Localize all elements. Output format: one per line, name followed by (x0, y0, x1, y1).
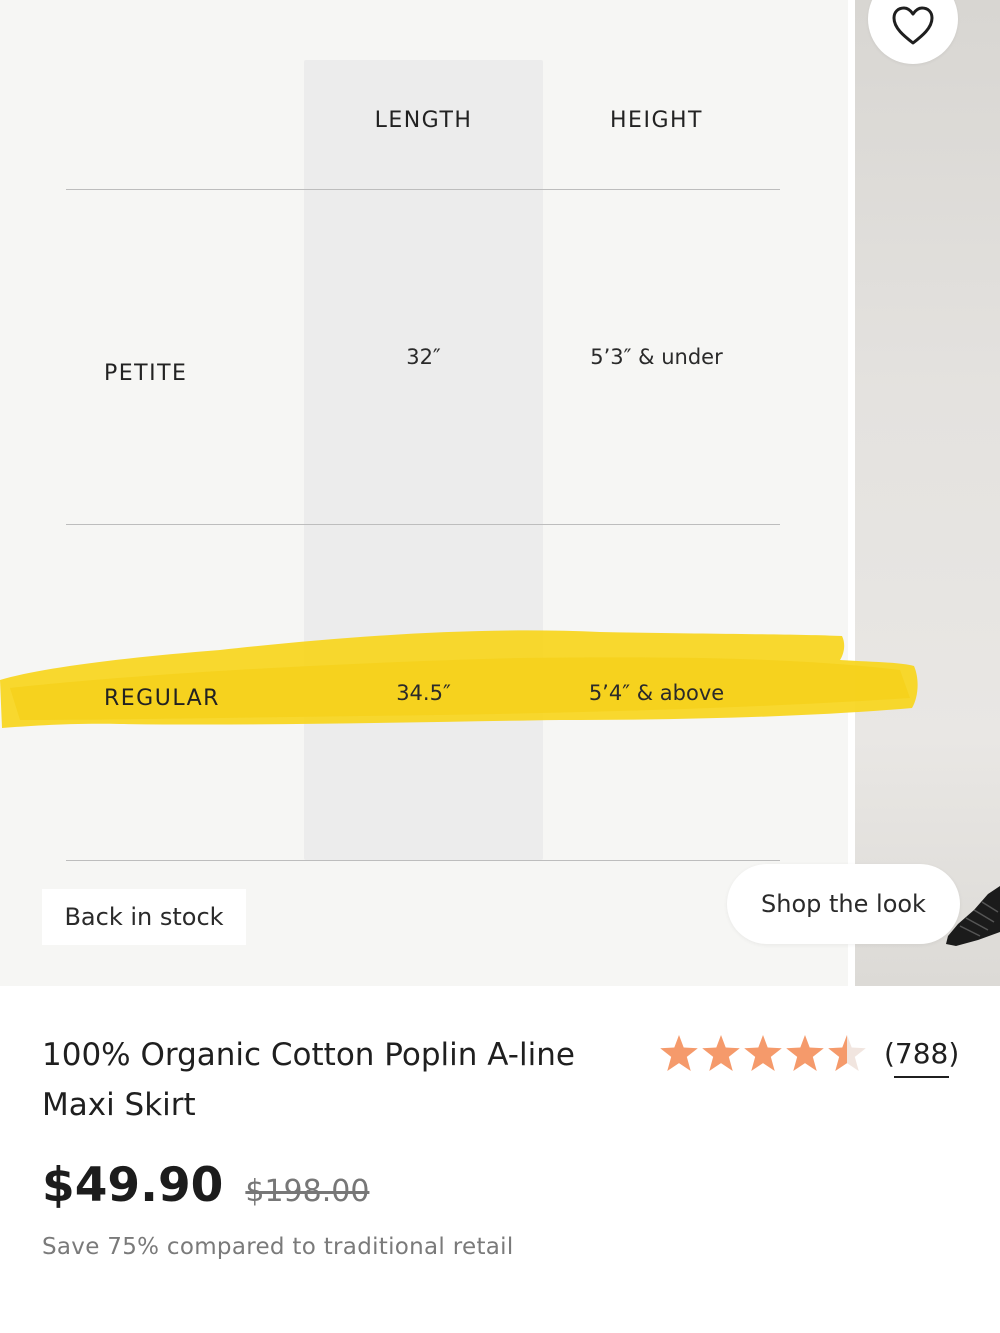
star-full-icon (660, 1035, 698, 1071)
heart-outline-icon (892, 6, 934, 45)
chart-header-height: HEIGHT (610, 108, 703, 133)
star-full-icon (744, 1035, 782, 1071)
review-count-link[interactable]: (788) (884, 1037, 959, 1078)
chart-row-label-regular: REGULAR (104, 686, 220, 711)
chart-cell-petite-length: 32″ (406, 345, 441, 369)
star-rating (660, 1035, 866, 1071)
star-full-icon (702, 1035, 740, 1071)
chart-cell-petite-height: 5’3″ & under (590, 345, 723, 369)
chart-divider-row-2 (66, 860, 780, 861)
star-half-icon (828, 1035, 866, 1071)
compare-at-price: $198.00 (245, 1174, 370, 1209)
chart-cell-regular-height: 5’4″ & above (588, 681, 725, 705)
image-divider (848, 0, 855, 986)
star-full-icon (786, 1035, 824, 1071)
shop-the-look-button[interactable]: Shop the look (727, 864, 960, 944)
chart-row-label-petite: PETITE (104, 361, 188, 386)
product-rating[interactable]: (788) (660, 1030, 959, 1078)
chart-cell-regular-length: 34.5″ (396, 681, 451, 705)
chart-divider-header (66, 189, 780, 190)
savings-message: Save 75% compared to traditional retail (42, 1234, 514, 1260)
shoe-image (946, 886, 1000, 946)
product-title: 100% Organic Cotton Poplin A-line Maxi S… (42, 1037, 575, 1123)
highlighter-mark (0, 630, 918, 728)
product-image[interactable]: LENGTH HEIGHT PETITE 32″ 5’3″ & under RE… (0, 0, 1000, 986)
chart-header-length: LENGTH (374, 108, 473, 133)
sale-price: $49.90 (42, 1158, 224, 1213)
model-photo-edge (855, 0, 1000, 986)
back-in-stock-badge: Back in stock (42, 889, 246, 945)
price-row: $49.90 $198.00 (42, 1158, 369, 1213)
length-column-shading (304, 60, 543, 860)
chart-divider-row-1 (66, 524, 780, 525)
